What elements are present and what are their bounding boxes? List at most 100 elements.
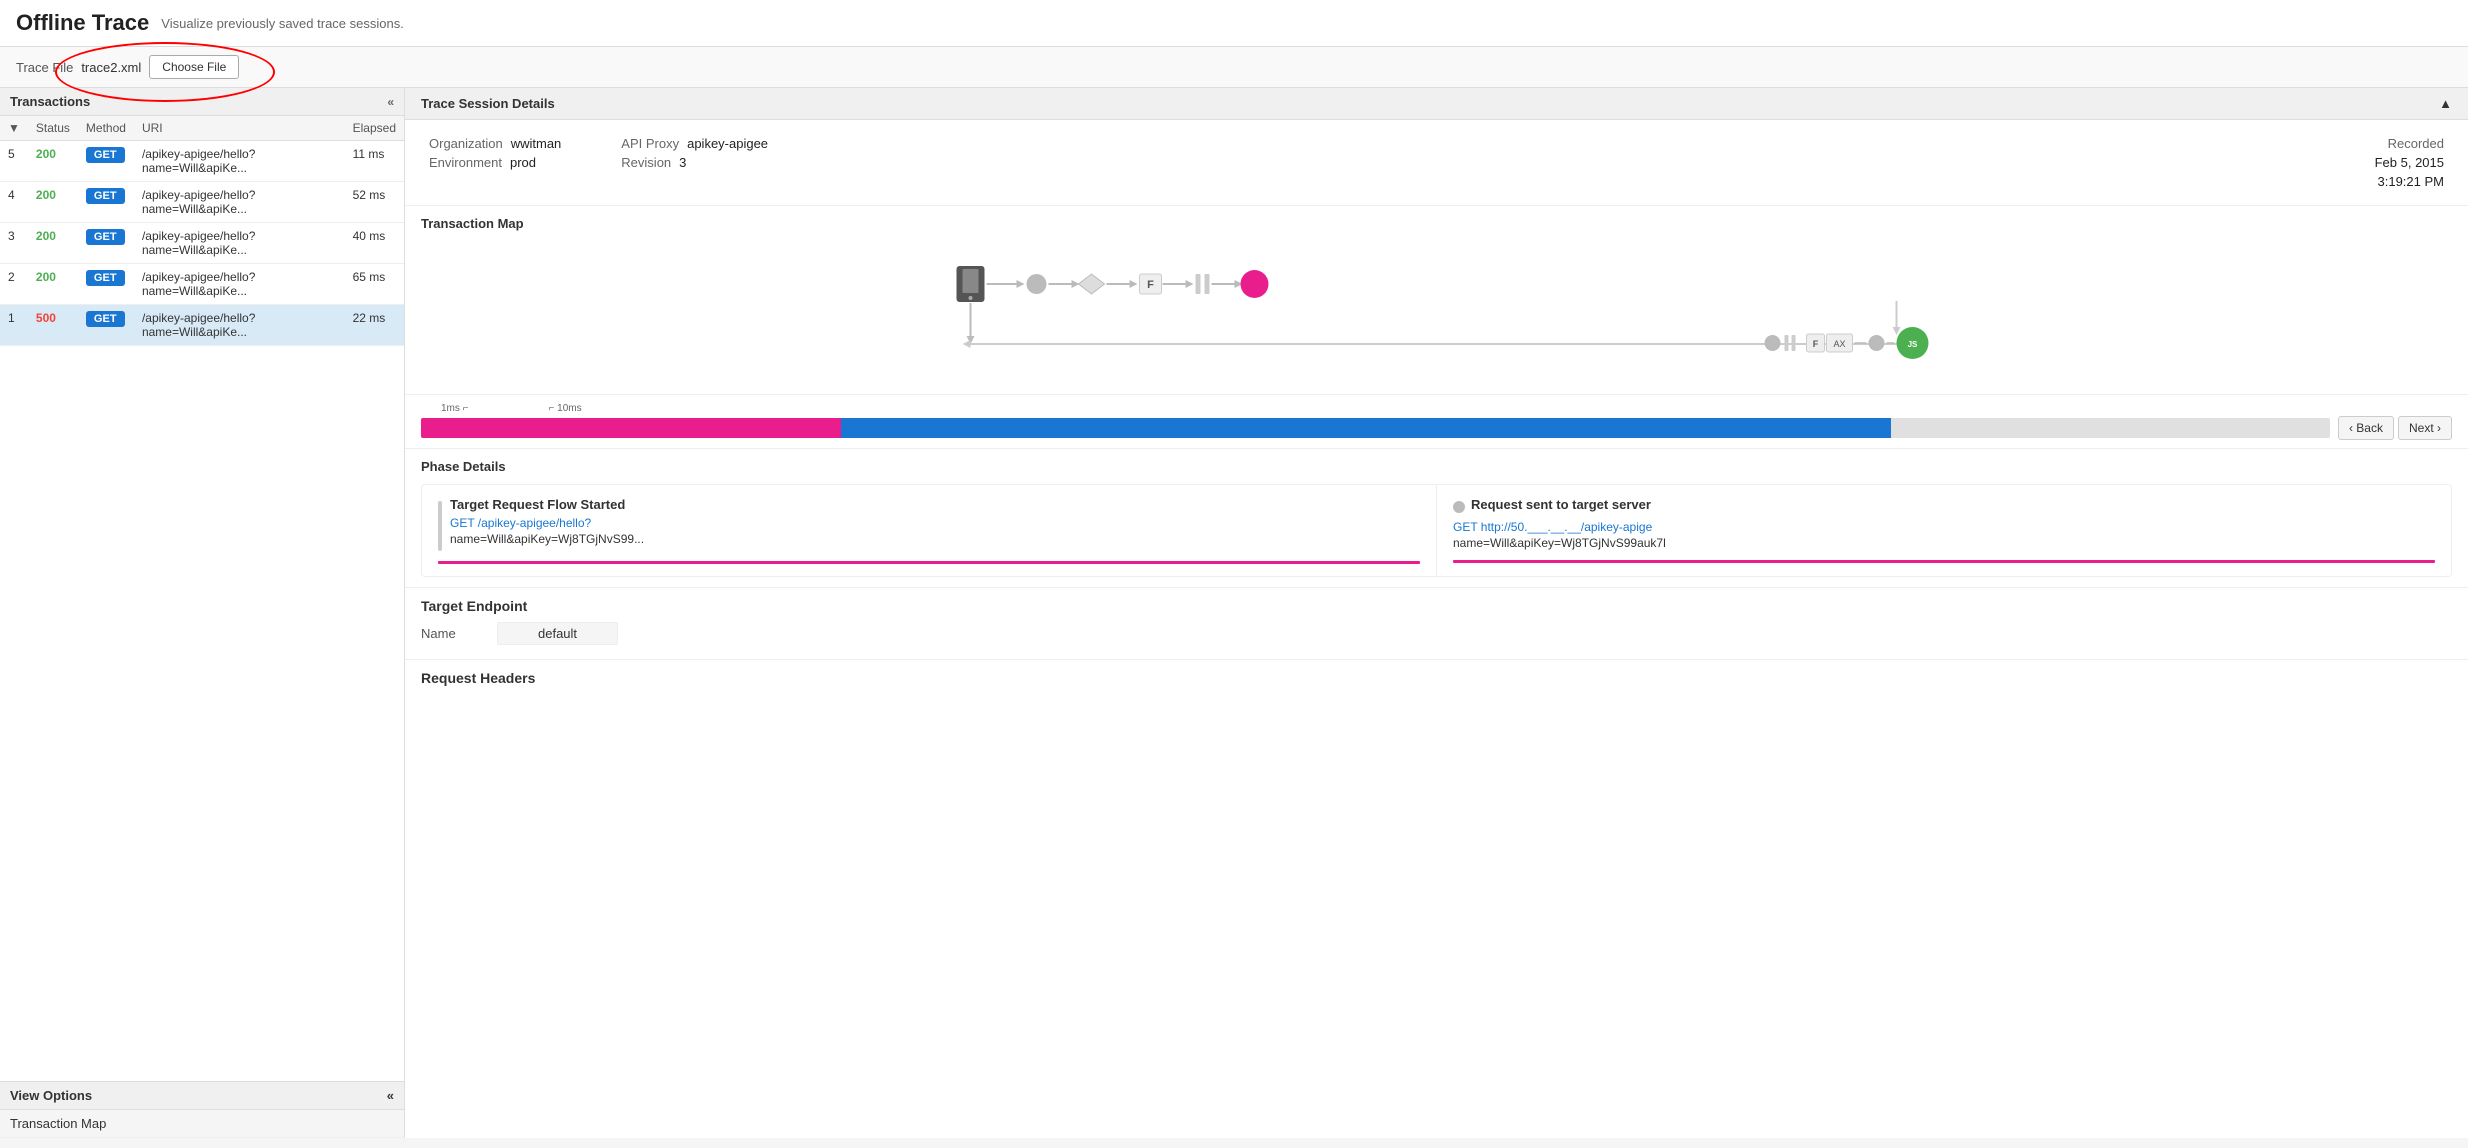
target-endpoint-section: Target Endpoint Name default [405,588,2468,660]
device-screen [963,269,979,293]
flow-arrow-1 [1017,280,1025,288]
table-row[interactable]: 1 500 GET /apikey-apigee/hello?name=Will… [0,305,404,346]
env-row: Environment prod [429,155,561,170]
env-label: Environment [429,155,502,170]
row-status: 500 [28,305,78,346]
proxy-label: API Proxy [621,136,679,151]
transactions-header: Transactions « [0,88,404,116]
flow-diamond [1079,274,1105,294]
row-id: 2 [0,264,28,305]
endpoint-name-label: Name [421,626,481,641]
org-row: Organization wwitman [429,136,561,151]
phase-card-2-link[interactable]: GET http://50.___.__.__/apikey-apige [1453,520,1666,534]
phase-details-section: Phase Details Target Request Flow Starte… [405,449,2468,588]
env-value: prod [510,155,536,170]
transactions-tbody: 5 200 GET /apikey-apigee/hello?name=Will… [0,141,404,346]
flow-circle-1 [1027,274,1047,294]
table-row[interactable]: 2 200 GET /apikey-apigee/hello?name=Will… [0,264,404,305]
table-row[interactable]: 5 200 GET /apikey-apigee/hello?name=Will… [0,141,404,182]
row-method: GET [78,223,134,264]
transactions-collapse-btn[interactable]: « [387,95,394,109]
phase-card-1: Target Request Flow Started GET /apikey-… [422,485,1437,576]
row-id: 3 [0,223,28,264]
app-header: Offline Trace Visualize previously saved… [0,0,2468,47]
row-status: 200 [28,182,78,223]
timeline-bar-blue [841,418,1891,438]
row-id: 5 [0,141,28,182]
revision-row: Revision 3 [621,155,768,170]
col-status: Status [28,116,78,141]
phase-card-1-link[interactable]: GET /apikey-apigee/hello? [450,516,644,530]
org-label: Organization [429,136,503,151]
proxy-value: apikey-apigee [687,136,768,151]
trace-session-collapse[interactable]: ▲ [2439,96,2452,111]
flow-parallel-2 [1205,274,1210,294]
endpoint-name-value: default [497,622,618,645]
view-options-transaction-map[interactable]: Transaction Map [0,1110,404,1138]
sort-arrow[interactable]: ▼ [8,121,20,135]
phase-cards: Target Request Flow Started GET /apikey-… [421,484,2452,577]
timeline-label-1ms: 1ms ⌐ [441,403,469,414]
view-options-collapse[interactable]: « [387,1088,394,1103]
recorded-block: Recorded Feb 5, 2015 3:19:21 PM [2375,136,2444,189]
row-method: GET [78,182,134,223]
table-row[interactable]: 4 200 GET /apikey-apigee/hello?name=Will… [0,182,404,223]
flow-parallel-b1 [1785,335,1789,351]
request-headers-title: Request Headers [421,670,2452,686]
row-elapsed: 52 ms [345,182,404,223]
phase-card-2-title: Request sent to target server [1471,497,1651,512]
timeline-label-10ms: ⌐ 10ms [549,403,582,414]
revision-value: 3 [679,155,686,170]
phase-bar-1 [438,501,442,551]
row-elapsed: 65 ms [345,264,404,305]
next-button[interactable]: Next › [2398,416,2452,440]
row-elapsed: 11 ms [345,141,404,182]
transactions-table-container: ▼ Status Method URI Elapsed 5 200 GET /a… [0,116,404,1081]
timeline-bar-pink [421,418,841,438]
phase-card-2-text: name=Will&apiKey=Wj8TGjNvS99auk7l [1453,536,1666,550]
flow-arrow-3 [1130,280,1138,288]
main-layout: Transactions « ▼ Status Method URI Elaps… [0,88,2468,1138]
col-uri: URI [134,116,345,141]
phase-card-2: Request sent to target server GET http:/… [1437,485,2451,576]
flow-diagram: F [421,241,2452,381]
phase-card-2-border [1453,560,2435,563]
col-sort[interactable]: ▼ [0,116,28,141]
phase-details-title: Phase Details [421,459,2452,474]
choose-file-button[interactable]: Choose File [149,55,239,79]
row-uri: /apikey-apigee/hello?name=Will&apiKe... [134,305,345,346]
flow-f-label-b: F [1813,339,1819,349]
table-header-row: ▼ Status Method URI Elapsed [0,116,404,141]
row-elapsed: 22 ms [345,305,404,346]
recorded-date: Feb 5, 2015 [2375,155,2444,170]
row-method: GET [78,264,134,305]
request-headers-section: Request Headers [405,660,2468,696]
view-options-section: View Options « Transaction Map [0,1081,404,1138]
flow-pink-circle[interactable] [1241,270,1269,298]
transaction-map-title: Transaction Map [421,216,2452,231]
phase-card-1-border [438,561,1420,564]
endpoint-name-row: Name default [421,622,2452,645]
timeline-labels: 1ms ⌐ ⌐ 10ms [441,403,2452,414]
session-info: Organization wwitman Environment prod AP… [405,120,2468,206]
flow-arrow-right-down [1893,327,1901,335]
device-button [969,296,973,300]
proxy-row: API Proxy apikey-apigee [621,136,768,151]
trace-session-header: Trace Session Details ▲ [405,88,2468,120]
table-row[interactable]: 3 200 GET /apikey-apigee/hello?name=Will… [0,223,404,264]
row-status: 200 [28,223,78,264]
org-value: wwitman [511,136,562,151]
proxy-revision-block: API Proxy apikey-apigee Revision 3 [621,136,768,189]
row-status: 200 [28,141,78,182]
view-options-header[interactable]: View Options « [0,1082,404,1110]
phase-indicator-2 [1453,501,1465,513]
phase-card-1-text: name=Will&apiKey=Wj8TGjNvS99... [450,532,644,546]
row-method: GET [78,141,134,182]
back-button[interactable]: ‹ Back [2338,416,2394,440]
row-id: 4 [0,182,28,223]
row-id: 1 [0,305,28,346]
row-uri: /apikey-apigee/hello?name=Will&apiKe... [134,264,345,305]
timeline-bar-container: ‹ Back Next › [421,416,2452,440]
timeline-nav: ‹ Back Next › [2338,416,2452,440]
org-env-block: Organization wwitman Environment prod [429,136,561,189]
